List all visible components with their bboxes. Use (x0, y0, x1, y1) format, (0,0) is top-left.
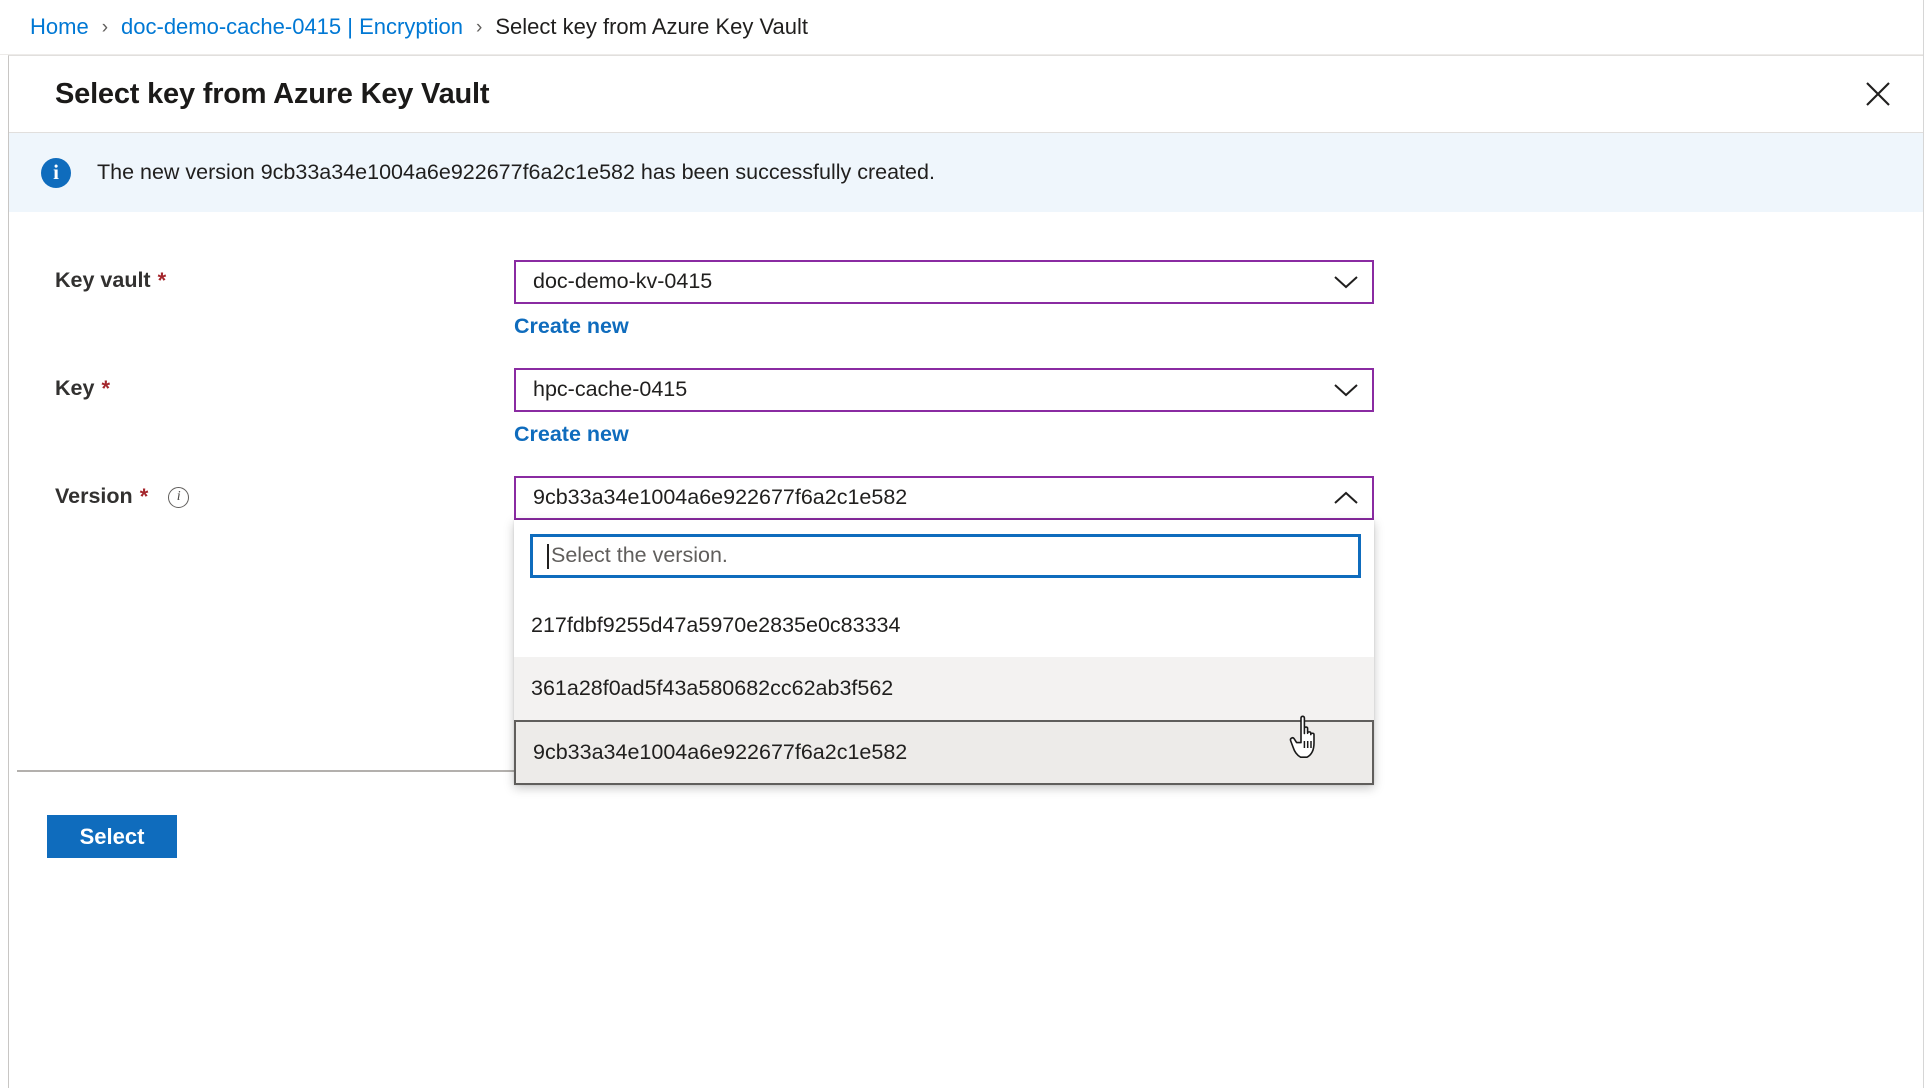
chevron-down-icon (1320, 382, 1372, 398)
form-area: Key vault * doc-demo-kv-0415 Create new (9, 212, 1923, 785)
version-search-wrapper: Select the version. (514, 520, 1374, 594)
key-vault-label: Key vault * (9, 260, 514, 292)
version-label: Version * i (9, 476, 514, 508)
breadcrumb-separator-icon: › (476, 16, 483, 38)
key-label-text: Key (55, 376, 95, 401)
breadcrumb-separator-icon: › (101, 16, 109, 38)
version-option-selected[interactable]: 9cb33a34e1004a6e922677f6a2c1e582 (514, 720, 1374, 785)
chevron-down-icon (1320, 274, 1372, 290)
blade-panel: Select key from Azure Key Vault i The ne… (8, 55, 1923, 1088)
version-dropdown-panel: Select the version. 217fdbf9255d47a5970e… (514, 520, 1374, 785)
field-row-version: Version * i 9cb33a34e1004a6e922677f6a2c1… (9, 476, 1923, 785)
breadcrumb-item-home[interactable]: Home (30, 16, 89, 38)
key-vault-create-new-link[interactable]: Create new (514, 315, 629, 338)
field-row-key-vault: Key vault * doc-demo-kv-0415 Create new (9, 260, 1923, 338)
version-field-column: 9cb33a34e1004a6e922677f6a2c1e582 Select … (514, 476, 1374, 785)
key-vault-dropdown[interactable]: doc-demo-kv-0415 (514, 260, 1374, 304)
page-title: Select key from Azure Key Vault (55, 77, 490, 110)
info-banner-text: The new version 9cb33a34e1004a6e922677f6… (97, 159, 935, 184)
key-dropdown[interactable]: hpc-cache-0415 (514, 368, 1374, 412)
info-icon: i (41, 157, 71, 188)
info-banner: i The new version 9cb33a34e1004a6e922677… (9, 133, 1923, 212)
breadcrumb-item-current: Select key from Azure Key Vault (495, 14, 808, 39)
key-create-new-link[interactable]: Create new (514, 423, 629, 446)
version-value: 9cb33a34e1004a6e922677f6a2c1e582 (533, 487, 908, 509)
key-vault-value: doc-demo-kv-0415 (533, 271, 713, 293)
version-search-placeholder: Select the version. (551, 543, 728, 568)
info-tooltip-icon[interactable]: i (168, 486, 190, 508)
text-caret (547, 543, 549, 569)
version-search-input[interactable]: Select the version. (530, 534, 1361, 578)
breadcrumb: Home › doc-demo-cache-0415 | Encryption … (0, 0, 1923, 55)
field-row-key: Key * hpc-cache-0415 Create new (9, 368, 1923, 446)
select-button[interactable]: Select (47, 815, 177, 858)
version-label-text: Version (55, 484, 133, 509)
chevron-up-icon (1320, 490, 1372, 506)
version-option[interactable]: 217fdbf9255d47a5970e2835e0c83334 (514, 594, 1374, 657)
version-dropdown[interactable]: 9cb33a34e1004a6e922677f6a2c1e582 (514, 476, 1374, 520)
blade-header: Select key from Azure Key Vault (9, 56, 1923, 133)
required-asterisk: * (157, 268, 167, 293)
azure-portal-screen: Home › doc-demo-cache-0415 | Encryption … (0, 0, 1924, 1088)
key-vault-label-text: Key vault (55, 268, 151, 293)
key-label: Key * (9, 368, 514, 400)
required-asterisk: * (101, 376, 111, 401)
key-value: hpc-cache-0415 (533, 379, 688, 401)
required-asterisk: * (139, 484, 149, 509)
version-option[interactable]: 361a28f0ad5f43a580682cc62ab3f562 (514, 657, 1374, 720)
close-icon[interactable] (1854, 70, 1902, 118)
key-vault-field-column: doc-demo-kv-0415 Create new (514, 260, 1374, 338)
key-field-column: hpc-cache-0415 Create new (514, 368, 1374, 446)
breadcrumb-item-resource[interactable]: doc-demo-cache-0415 | Encryption (121, 16, 463, 38)
